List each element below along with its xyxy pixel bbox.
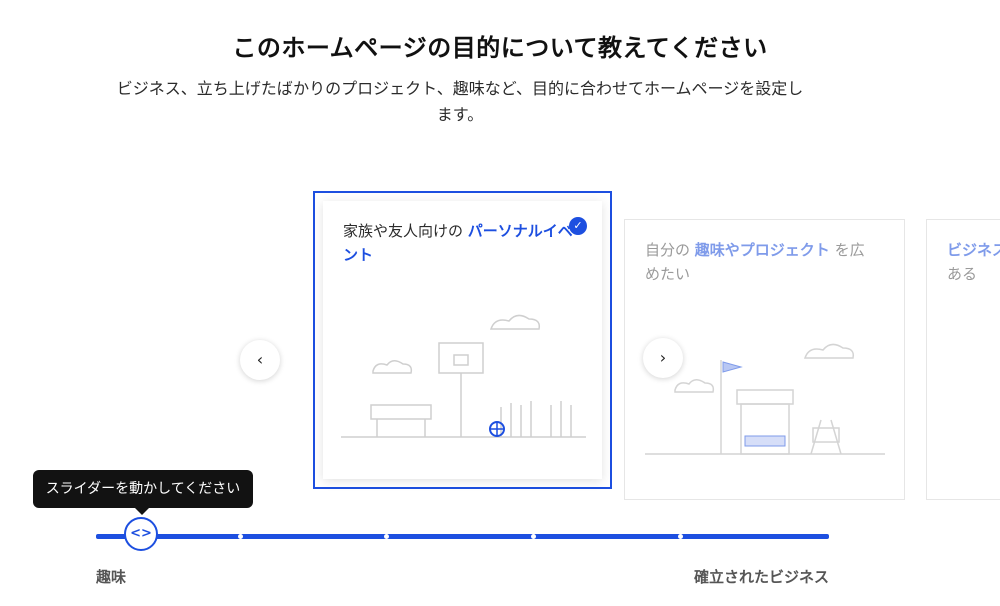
slider-track[interactable] — [96, 534, 829, 539]
next-button[interactable]: › — [643, 338, 683, 378]
code-arrows-icon: <> — [130, 526, 152, 541]
page-title: このホームページの目的について教えてください — [232, 34, 768, 62]
purpose-card-personal-event[interactable]: 家族や友人向けの パーソナルイベント ✓ — [313, 191, 612, 489]
slider-handle[interactable]: <> — [124, 517, 158, 551]
page-subtitle: ビジネス、立ち上げたばかりのプロジェクト、趣味など、目的に合わせてホームページを… — [116, 79, 804, 124]
basketball-court-illustration — [341, 314, 586, 438]
slider-tooltip: スライダーを動かしてください — [33, 470, 253, 515]
slider-tick — [384, 534, 389, 539]
card-description: 自分の 趣味やプロジェクト を広めたい — [645, 241, 865, 283]
market-stand-illustration — [645, 343, 885, 455]
check-icon: ✓ — [569, 217, 587, 235]
card-description: ビジネス ある — [947, 238, 1000, 286]
chevron-right-icon: › — [659, 348, 667, 367]
purpose-card-business[interactable]: ビジネス ある — [926, 219, 1000, 500]
slider-tick — [531, 534, 536, 539]
prev-button[interactable]: ‹ — [240, 340, 280, 380]
card-highlight: 趣味やプロジェクト — [694, 241, 830, 259]
slider-min-label: 趣味 — [96, 568, 127, 586]
chevron-left-icon: ‹ — [256, 350, 264, 369]
slider-tick — [238, 534, 243, 539]
slider-max-label: 確立されたビジネス — [693, 568, 829, 586]
card-highlight: ビジネス — [947, 241, 1000, 259]
slider-tick — [678, 534, 683, 539]
card-description: 家族や友人向けの パーソナルイベント — [343, 222, 573, 264]
